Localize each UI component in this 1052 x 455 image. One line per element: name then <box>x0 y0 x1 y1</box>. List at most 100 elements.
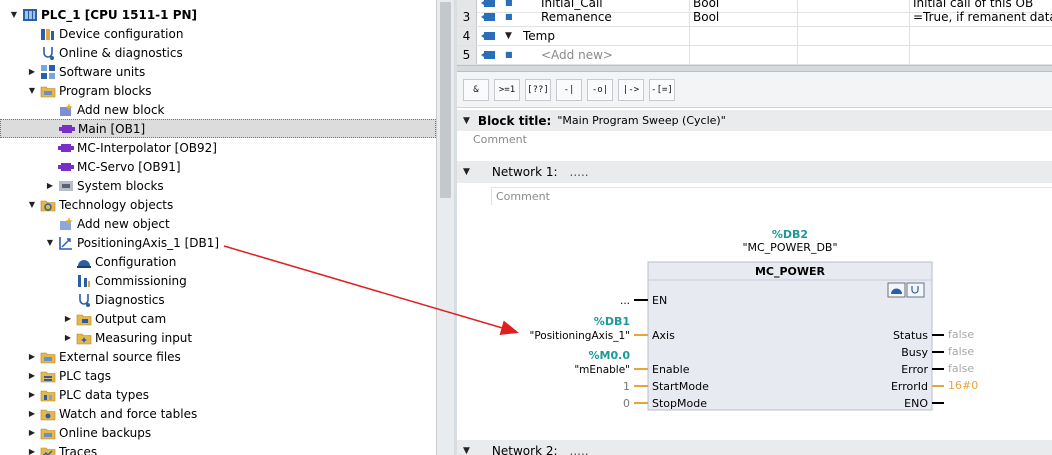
tree-item-label: Add new block <box>77 102 165 117</box>
expand-triangle-icon[interactable]: ▼ <box>8 9 20 21</box>
tree-item[interactable]: Add new block <box>0 100 436 119</box>
tree-item[interactable]: ▶ Traces <box>0 442 436 455</box>
network1-comment[interactable]: Comment <box>491 187 1052 205</box>
input-pin-axis: Axis <box>652 329 675 342</box>
operand-name[interactable]: "mEnable" <box>574 364 630 376</box>
add-block-icon <box>58 102 74 118</box>
collapse-triangle-icon[interactable]: ▶ <box>26 389 38 401</box>
or-box-button[interactable]: >=1 <box>494 79 520 101</box>
diagnostics-icon[interactable] <box>906 282 925 298</box>
close-branch-button[interactable]: |-> <box>618 79 644 101</box>
expand-triangle-icon[interactable]: ▼ <box>505 27 519 45</box>
and-box-button[interactable]: & <box>463 79 489 101</box>
output-value: 16#0 <box>948 379 978 392</box>
block-title-value[interactable]: "Main Program Sweep (Cycle)" <box>557 114 725 127</box>
tree-item[interactable]: Main [OB1] <box>0 119 436 138</box>
variable-name[interactable]: Temp <box>523 27 673 45</box>
tree-item[interactable]: Commissioning <box>0 271 436 290</box>
operand-name[interactable]: ... <box>620 295 630 307</box>
tree-item[interactable]: ▼ PositioningAxis_1 [DB1] <box>0 233 436 252</box>
configuration-icon <box>76 254 92 270</box>
no-contact-button[interactable]: -o| <box>587 79 613 101</box>
variable-type[interactable] <box>693 27 793 45</box>
tree-item[interactable]: MC-Servo [OB91] <box>0 157 436 176</box>
tree-item[interactable]: ▶ Output cam <box>0 309 436 328</box>
collapse-triangle-icon[interactable]: ▶ <box>26 408 38 420</box>
collapse-triangle-icon[interactable]: ▶ <box>26 66 38 78</box>
expand-triangle-icon[interactable]: ▼ <box>44 237 56 249</box>
tree-item[interactable]: Configuration <box>0 252 436 271</box>
variable-comment[interactable]: =True, if remanent data a <box>913 8 1052 26</box>
tree-item[interactable]: ▶ PLC data types <box>0 385 436 404</box>
tree-item[interactable]: Add new object <box>0 214 436 233</box>
tree-item[interactable]: Diagnostics <box>0 290 436 309</box>
operand-literal[interactable]: 0 <box>623 397 630 410</box>
output-pin-eno: ENO <box>904 397 928 410</box>
row-number: 4 <box>457 27 477 45</box>
watch-tables-icon <box>40 406 56 422</box>
collapse-triangle-icon[interactable]: ▶ <box>62 332 74 344</box>
tree-item[interactable]: Device configuration <box>0 24 436 43</box>
interface-row[interactable]: 5 ■ <Add new> <box>457 46 1052 65</box>
collapse-triangle-icon[interactable]: ▶ <box>44 180 56 192</box>
tree-item[interactable]: ▶ Watch and force tables <box>0 404 436 423</box>
block-title-bar[interactable]: ▼ Block title: "Main Program Sweep (Cycl… <box>457 110 1052 131</box>
tree-item-label: Configuration <box>95 254 177 269</box>
tree-item-label: MC-Servo [OB91] <box>77 159 181 174</box>
tree-item[interactable]: ▶ System blocks <box>0 176 436 195</box>
tree-item[interactable]: ▶ Online backups <box>0 423 436 442</box>
device-config-icon <box>40 26 56 42</box>
network2-title-bar[interactable]: ▼ Network 2: ..... <box>457 440 1052 455</box>
collapse-triangle-icon[interactable]: ▶ <box>26 446 38 455</box>
collapse-triangle-icon[interactable]: ▶ <box>26 370 38 382</box>
open-branch-button[interactable]: -| <box>556 79 582 101</box>
tree-item-label: PLC tags <box>59 368 112 383</box>
tree-item[interactable]: ▼ PLC_1 [CPU 1511-1 PN] <box>0 5 436 24</box>
network1-title-bar[interactable]: ▼ Network 1: ..... <box>457 161 1052 183</box>
variable-comment[interactable] <box>913 27 1052 45</box>
expand-triangle-icon[interactable]: ▼ <box>26 199 38 211</box>
network1-title[interactable]: ..... <box>570 165 589 179</box>
collapse-triangle-icon[interactable]: ▼ <box>463 116 470 126</box>
interface-row[interactable]: 4 ▼ Temp <box>457 27 1052 46</box>
tree-item[interactable]: ▶ PLC tags <box>0 366 436 385</box>
operand-name[interactable]: "PositioningAxis_1" <box>530 330 631 342</box>
collapse-triangle-icon[interactable]: ▼ <box>463 446 470 455</box>
tree-item[interactable]: Online & diagnostics <box>0 43 436 62</box>
operand-literal[interactable]: 1 <box>623 380 630 393</box>
tree-item[interactable]: ▼ Technology objects <box>0 195 436 214</box>
variable-type[interactable]: Bool <box>693 8 793 26</box>
tree-scrollbar[interactable] <box>436 0 454 455</box>
tree-item[interactable]: ▶ Software units <box>0 62 436 81</box>
instance-db-name[interactable]: "MC_POWER_DB" <box>742 241 837 254</box>
bullet-icon: ■ <box>505 12 513 21</box>
output-value: false <box>948 328 974 341</box>
tree-item-label: Main [OB1] <box>78 121 146 136</box>
diagnostics-icon <box>76 292 92 308</box>
tree-item[interactable]: ▼ Program blocks <box>0 81 436 100</box>
collapse-triangle-icon[interactable]: ▶ <box>26 427 38 439</box>
interface-splitter[interactable] <box>457 65 1052 72</box>
output-value: false <box>948 345 974 358</box>
network2-title[interactable]: ..... <box>570 444 589 455</box>
interface-row[interactable]: 3 ■ RemanenceBool =True, if remanent data a <box>457 8 1052 27</box>
collapse-triangle-icon[interactable]: ▼ <box>463 167 470 177</box>
expand-triangle-icon[interactable]: ▼ <box>26 85 38 97</box>
tree-item[interactable]: ▶ Measuring input <box>0 328 436 347</box>
scrollbar-thumb[interactable] <box>440 2 451 198</box>
tree-item[interactable]: MC-Interpolator [OB92] <box>0 138 436 157</box>
tree-item[interactable]: ▶ External source files <box>0 347 436 366</box>
variable-comment[interactable] <box>913 46 1052 64</box>
assignment-coil-button[interactable]: -[=] <box>649 79 675 101</box>
variable-type[interactable] <box>693 46 793 64</box>
empty-box-button[interactable]: [??] <box>525 79 551 101</box>
collapse-triangle-icon[interactable]: ▶ <box>62 313 74 325</box>
variable-name[interactable]: Remanence <box>541 8 691 26</box>
block-comment[interactable]: Comment <box>473 131 527 149</box>
collapse-triangle-icon[interactable]: ▶ <box>26 351 38 363</box>
variable-name[interactable]: <Add new> <box>541 46 691 64</box>
input-pin-startmode: StartMode <box>652 380 709 393</box>
